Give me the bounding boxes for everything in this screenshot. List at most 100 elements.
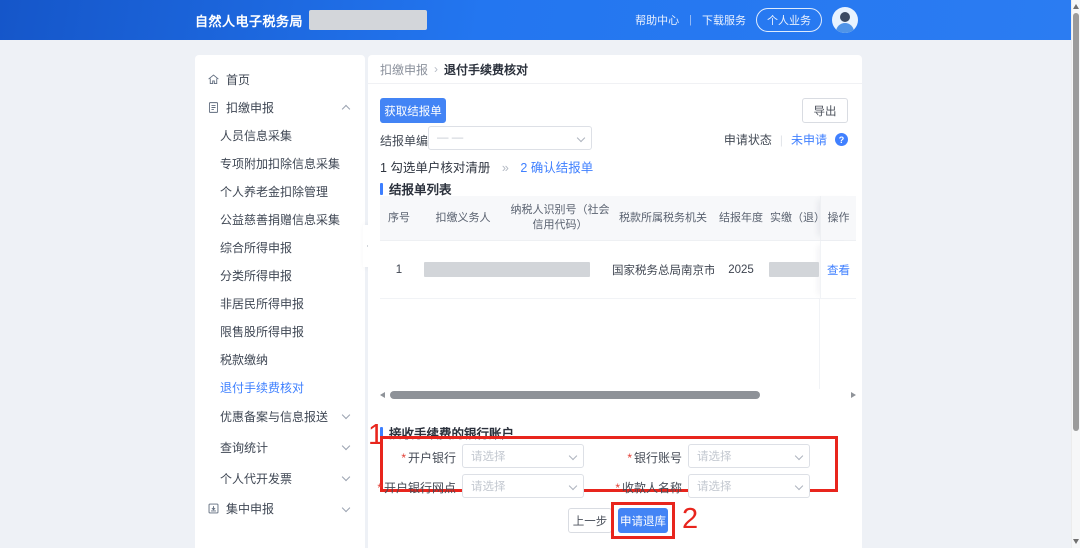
sidebar-item-label: 优惠备案与信息报送	[220, 408, 328, 425]
redacted-amount	[769, 262, 819, 277]
col-index: 序号	[380, 209, 418, 228]
redacted-org-name	[309, 10, 427, 30]
sidebar-item-withholding-declare[interactable]: 扣缴申报	[195, 93, 365, 121]
sidebar-item-charity-donation[interactable]: 公益慈善捐赠信息采集	[195, 205, 365, 233]
step-separator: »	[502, 161, 509, 175]
row-tax-authority: 国家税务总局南京市...	[612, 262, 714, 278]
table-row: 1 国家税务总局南京市... 2025 查看	[380, 241, 856, 299]
sidebar-item-label: 税款缴纳	[220, 351, 268, 368]
scroll-up-arrow-icon[interactable]	[1073, 4, 1079, 9]
apply-status: 申请状态 | 未申请 ?	[724, 131, 848, 148]
user-avatar[interactable]	[832, 7, 858, 33]
scroll-right-arrow-icon[interactable]	[851, 392, 856, 398]
fetch-report-button[interactable]: 获取结报单	[380, 98, 446, 123]
col-tax-id: 纳税人识别号（社会信用代码）	[508, 201, 612, 235]
status-label: 申请状态	[724, 131, 772, 148]
export-button[interactable]: 导出	[802, 98, 848, 123]
breadcrumb-separator: ›	[434, 62, 438, 76]
vertical-scrollbar-thumb[interactable]	[1073, 13, 1079, 431]
bank-field-label: *开户银行网点	[368, 479, 456, 496]
pinned-column-divider	[819, 299, 820, 389]
required-mark: *	[377, 481, 382, 495]
status-divider: |	[780, 133, 783, 147]
sidebar-item-query-statistics[interactable]: 查询统计	[195, 432, 365, 463]
sidebar-item-personnel-info[interactable]: 人员信息采集	[195, 121, 365, 149]
header-nav: 帮助中心 | 下载服务 个人业务	[635, 0, 858, 40]
required-mark: *	[627, 451, 632, 465]
chevron-down-icon	[577, 134, 585, 142]
chevron-down-icon	[342, 411, 350, 419]
bank-form-row-1: *开户银行 请选择 *银行账号 请选择	[368, 444, 838, 468]
report-no-value: — —	[437, 132, 463, 144]
step-2[interactable]: 2 确认结报单	[520, 161, 593, 175]
header-divider: |	[689, 14, 692, 26]
row-report-year: 2025	[714, 264, 768, 276]
bank-field-label: *开户银行	[368, 449, 456, 466]
status-value: 未申请	[791, 131, 827, 148]
chevron-down-icon	[342, 504, 350, 512]
download-service-link[interactable]: 下载服务	[702, 12, 746, 28]
home-icon	[206, 72, 220, 86]
sidebar-item-special-deduction[interactable]: 专项附加扣除信息采集	[195, 149, 365, 177]
personal-business-button[interactable]: 个人业务	[756, 8, 822, 32]
sidebar-item-personal-invoice[interactable]: 个人代开发票	[195, 463, 365, 494]
step-1[interactable]: 1 勾选单户核对清册	[380, 161, 490, 175]
sidebar-item-label: 个人养老金扣除管理	[220, 183, 328, 200]
sidebar-item-restricted-shares[interactable]: 限售股所得申报	[195, 317, 365, 345]
sidebar-item-classified-income[interactable]: 分类所得申报	[195, 261, 365, 289]
section-bar-icon	[380, 183, 383, 195]
sidebar-item-label: 查询统计	[220, 439, 268, 456]
report-no-select[interactable]: — —	[428, 126, 592, 150]
sidebar-item-comprehensive-income[interactable]: 综合所得申报	[195, 233, 365, 261]
chevron-down-icon	[569, 482, 577, 490]
previous-step-button[interactable]: 上一步	[568, 508, 612, 533]
required-mark: *	[615, 481, 620, 495]
chevron-down-icon	[342, 442, 350, 450]
bank-field-label: *收款人名称	[594, 479, 682, 496]
sidebar-item-tax-payment[interactable]: 税款缴纳	[195, 345, 365, 373]
sidebar-item-label: 专项附加扣除信息采集	[220, 155, 340, 172]
sidebar-item-label: 综合所得申报	[220, 239, 292, 256]
chevron-down-icon	[795, 482, 803, 490]
bank-form-row-2: *开户银行网点 请选择 *收款人名称 请选择	[368, 474, 838, 498]
sidebar-item-label: 非居民所得申报	[220, 295, 304, 312]
sidebar-item-label: 分类所得申报	[220, 267, 292, 284]
required-mark: *	[401, 451, 406, 465]
page: 自然人电子税务局 帮助中心 | 下载服务 个人业务 首页	[0, 0, 1080, 548]
row-index: 1	[380, 264, 418, 276]
question-icon[interactable]: ?	[835, 133, 848, 146]
app-title: 自然人电子税务局	[195, 11, 303, 30]
col-report-year: 结报年度	[714, 209, 768, 228]
sidebar-item-label: 公益慈善捐赠信息采集	[220, 211, 340, 228]
help-center-link[interactable]: 帮助中心	[635, 12, 679, 28]
deposit-bank-select[interactable]: 请选择	[462, 444, 584, 468]
sidebar-item-label: 扣缴申报	[226, 99, 274, 116]
scroll-left-arrow-icon[interactable]	[380, 392, 385, 398]
sidebar-item-refund-fee-check[interactable]: 退付手续费核对	[195, 373, 365, 401]
apply-refund-button[interactable]: 申请退库	[618, 508, 668, 533]
avatar-head-icon	[840, 12, 850, 22]
sidebar-item-home[interactable]: 首页	[195, 65, 365, 93]
scroll-down-arrow-icon[interactable]	[1073, 539, 1079, 544]
payee-name-select[interactable]: 请选择	[688, 474, 810, 498]
annotation-number-2: 2	[682, 505, 698, 534]
vertical-scrollbar[interactable]	[1071, 0, 1080, 548]
row-action-cell: 查看	[820, 241, 856, 299]
breadcrumb-parent[interactable]: 扣缴申报	[380, 61, 428, 78]
bank-field-label: *银行账号	[594, 449, 682, 466]
sidebar: 首页 扣缴申报 人员信息采集 专项附加扣除信息采集 个人养老金扣除管理 公益慈善…	[195, 55, 365, 548]
view-link[interactable]: 查看	[827, 262, 850, 278]
sidebar-item-centralized-declare[interactable]: 集中申报	[195, 494, 365, 522]
sidebar-item-nonresident-income[interactable]: 非居民所得申报	[195, 289, 365, 317]
horizontal-scrollbar-thumb[interactable]	[390, 391, 760, 399]
chevron-down-icon	[795, 452, 803, 460]
redacted-withholding-agent	[424, 262, 590, 277]
chevron-up-icon	[342, 105, 350, 113]
avatar-body-icon	[836, 23, 854, 33]
bank-branch-select[interactable]: 请选择	[462, 474, 584, 498]
batch-icon	[206, 501, 220, 515]
bank-account-select[interactable]: 请选择	[688, 444, 810, 468]
sidebar-item-pension-deduction[interactable]: 个人养老金扣除管理	[195, 177, 365, 205]
horizontal-scrollbar[interactable]	[380, 391, 856, 400]
sidebar-item-preferential-filing[interactable]: 优惠备案与信息报送	[195, 401, 365, 432]
